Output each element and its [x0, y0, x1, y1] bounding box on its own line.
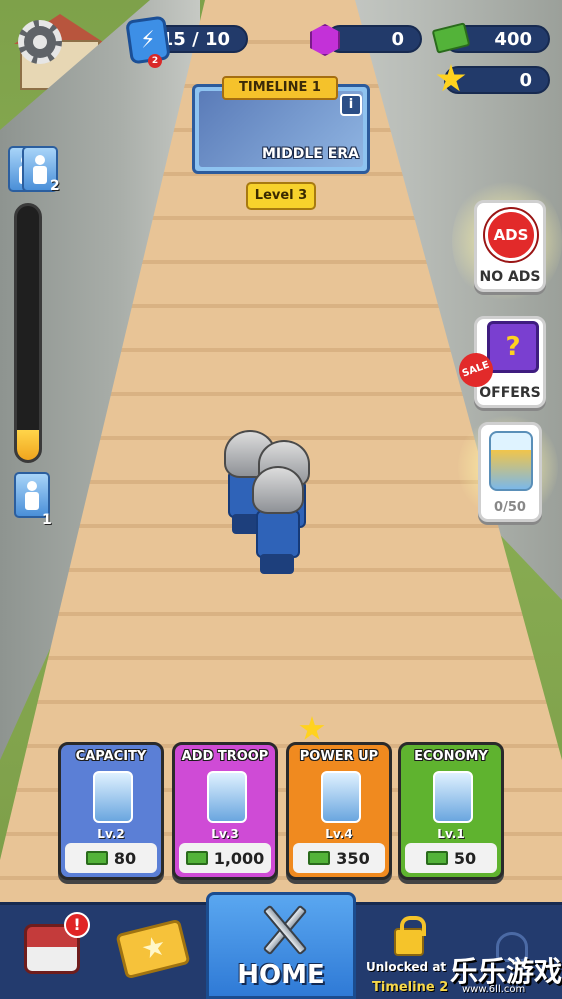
- no-ads-button[interactable]: ADS NO ADS: [474, 200, 546, 292]
- upgrade-card-economy[interactable]: ECONOMY Lv.1 50: [398, 742, 504, 880]
- upgrade-cost: 350: [293, 843, 385, 873]
- unlock-text: Unlocked at: [366, 960, 447, 974]
- upgrade-emblem-icon: [433, 771, 473, 823]
- unlock-timeline: Timeline 2: [372, 980, 449, 995]
- gem-counter: 0: [326, 25, 422, 53]
- cash-icon: [308, 851, 331, 865]
- army-progress-bar: [14, 203, 42, 463]
- upgrade-card-power-up[interactable]: POWER UP Lv.4 350: [286, 742, 392, 880]
- ads-icon: ADS: [485, 209, 537, 261]
- upgrade-cost: 50: [405, 843, 497, 873]
- upgrade-cost: 80: [65, 843, 157, 873]
- jar-button[interactable]: 0/50: [478, 422, 542, 522]
- offers-label: OFFERS: [479, 385, 541, 401]
- level-tag: Level 3: [246, 182, 316, 210]
- upgrade-emblem-icon: [207, 771, 247, 823]
- info-icon[interactable]: i: [340, 94, 362, 116]
- settings-gear-icon[interactable]: [18, 20, 62, 64]
- star-value: 0: [519, 69, 532, 91]
- energy-badge: 2: [148, 54, 162, 68]
- home-tab[interactable]: HOME: [206, 892, 356, 999]
- cash-icon: [425, 851, 448, 865]
- upgrade-level: Lv.1: [437, 827, 465, 841]
- bottom-troop-count: 1: [42, 512, 52, 528]
- upgrade-card-add-troop[interactable]: ADD TROOP Lv.3 1,000: [172, 742, 278, 880]
- star-counter: 0: [444, 66, 550, 94]
- cash-icon: [85, 851, 108, 865]
- upgrade-cards: CAPACITY Lv.2 80 ADD TROOP Lv.3 1,000 POWER UP…: [58, 742, 504, 882]
- upgrade-title: POWER UP: [299, 749, 379, 764]
- upgrade-emblem-icon: [321, 771, 361, 823]
- upgrade-card-capacity[interactable]: CAPACITY Lv.2 80: [58, 742, 164, 880]
- energy-value: 15 / 10: [160, 28, 230, 50]
- upgrade-level: Lv.3: [211, 827, 239, 841]
- upgrade-level: Lv.4: [325, 827, 353, 841]
- upgrade-title: CAPACITY: [75, 749, 147, 764]
- upgrade-emblem-icon: [93, 771, 133, 823]
- upgrade-title: ADD TROOP: [181, 749, 269, 764]
- jar-progress-label: 0/50: [494, 500, 526, 515]
- upgrade-cost-value: 80: [113, 848, 137, 868]
- top-troop-count: 2: [50, 178, 60, 194]
- watermark-url: www.6ll.com: [462, 984, 526, 995]
- era-label: MIDDLE ERA: [262, 146, 359, 162]
- upgrade-cost-value: 50: [453, 848, 477, 868]
- upgrade-title: ECONOMY: [414, 749, 488, 764]
- gem-value: 0: [391, 28, 404, 50]
- no-ads-label: NO ADS: [479, 269, 541, 285]
- jar-icon: [489, 431, 533, 491]
- swords-icon: [254, 901, 314, 963]
- soldier: [250, 466, 310, 580]
- upgrade-level: Lv.2: [97, 827, 125, 841]
- cash-value: 400: [494, 28, 532, 50]
- lock-icon: [394, 916, 426, 956]
- upgrade-cost-value: 350: [336, 848, 370, 868]
- ads-badge-text: ADS: [493, 226, 529, 244]
- home-label: HOME: [237, 960, 325, 990]
- cash-icon: [185, 851, 208, 865]
- mystery-box-icon: ?: [487, 321, 539, 373]
- upgrade-cost: 1,000: [179, 843, 271, 873]
- alert-badge: !: [64, 912, 90, 938]
- offers-button[interactable]: ? SALE OFFERS: [454, 316, 546, 408]
- timeline-title: TIMELINE 1: [222, 76, 338, 100]
- army-progress-fill: [17, 429, 39, 460]
- upgrade-cost-value: 1,000: [213, 848, 265, 868]
